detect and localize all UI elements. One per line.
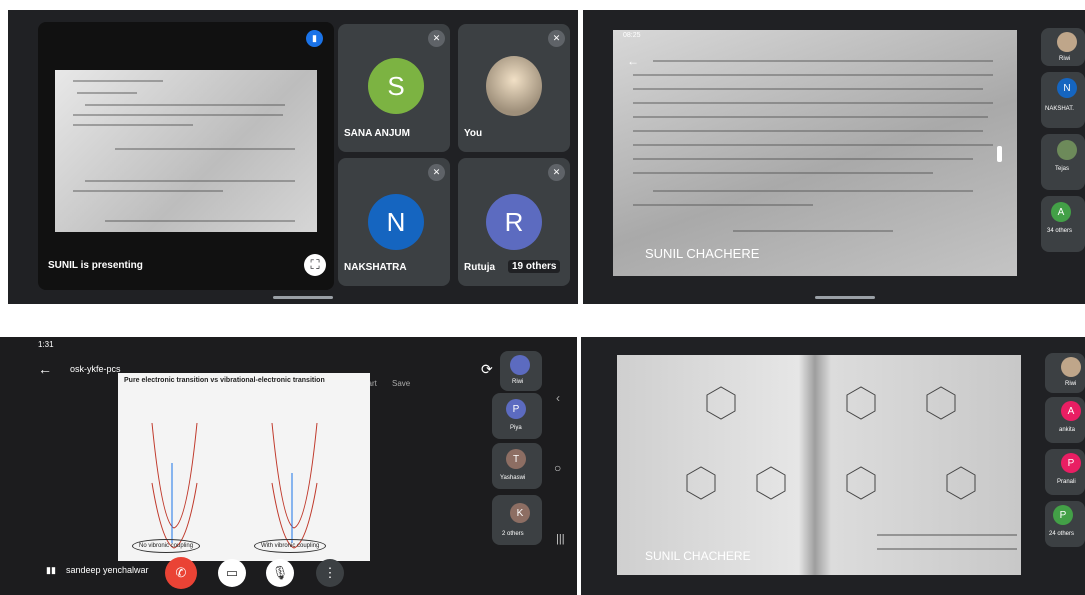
- others-count: 24 others: [1049, 531, 1075, 537]
- avatar-pranali: P: [1061, 453, 1081, 473]
- energy-diagram-left: [151, 422, 198, 549]
- participant-name: SANA ANJUM: [344, 128, 410, 139]
- avatar-p: P: [1053, 505, 1073, 525]
- nav-home-icon[interactable]: ○: [554, 461, 561, 475]
- avatar-sana: S: [368, 58, 424, 114]
- audio-level-icon: ▮▮: [46, 565, 56, 575]
- back-arrow-icon[interactable]: ←: [627, 54, 639, 68]
- avatar-riwi: [510, 355, 530, 375]
- camera-toggle-button[interactable]: ▭: [218, 559, 246, 587]
- avatar-riwi-photo: [1061, 357, 1081, 377]
- participant-name: You: [464, 128, 483, 139]
- nav-back-icon[interactable]: ‹: [556, 391, 560, 405]
- participant-name: Rutuja: [464, 262, 496, 273]
- gesture-nav-bar[interactable]: [815, 296, 875, 299]
- switch-camera-icon[interactable]: ⟳: [481, 361, 493, 378]
- avatar-nakshatra: N: [1057, 78, 1077, 98]
- mic-off-icon: ✕: [548, 164, 565, 181]
- avatar-k: K: [510, 503, 530, 523]
- meet-screenshot-2: 08:25 ← SUNIL CHACHERE Riwi N NAKSHAT. T…: [583, 10, 1085, 304]
- participant-name: Riwi: [1065, 381, 1077, 387]
- others-count: 34 others: [1047, 228, 1073, 234]
- shared-document-photo: [613, 30, 1017, 276]
- participant-name: Riwi: [512, 379, 524, 385]
- meet-screenshot-4: SUNIL CHACHERE Riwi A ankita P Pranali P…: [581, 337, 1085, 595]
- presenter-label: SUNIL CHACHERE: [645, 246, 760, 261]
- meet-screenshot-1: SUNIL is presenting ⛶ ▮ S SANA ANJUM ✕ Y…: [8, 10, 578, 304]
- avatar-yashaswi: T: [506, 449, 526, 469]
- nav-recents-icon[interactable]: |||: [556, 533, 565, 545]
- participant-name: Yashaswi: [500, 475, 526, 481]
- gesture-nav-bar[interactable]: [273, 296, 333, 299]
- chemical-structures: [686, 386, 1017, 550]
- avatar-piya: P: [506, 399, 526, 419]
- presenter-label: SUNIL CHACHERE: [645, 549, 751, 563]
- slide: Pure electronic transition vs vibrationa…: [118, 373, 370, 561]
- participant-name: NAKSHAT.: [1045, 106, 1074, 112]
- scroll-handle[interactable]: [997, 146, 1002, 162]
- participant-name: NAKSHATRA: [344, 262, 407, 273]
- avatar-you-photo: [486, 56, 542, 116]
- shared-document: [55, 70, 317, 232]
- participant-name: Tejas: [1055, 166, 1070, 172]
- speaker-name: sandeep yenchalwar: [66, 565, 149, 575]
- caption-left: No vibronic coupling: [132, 539, 201, 553]
- status-time: 08:25: [623, 32, 641, 39]
- others-count: 2 others: [502, 531, 524, 537]
- mic-off-icon: ✕: [428, 30, 445, 47]
- end-call-button[interactable]: ✆: [165, 557, 197, 589]
- mic-off-icon: ✕: [428, 164, 445, 181]
- slide-title: Pure electronic transition vs vibrationa…: [124, 377, 325, 384]
- presentation-title: osk-ykfe-pcs: [70, 364, 121, 374]
- speaking-indicator-icon: ▮: [306, 30, 323, 47]
- caption-right: With vibronic coupling: [254, 539, 327, 553]
- avatar-a: A: [1051, 202, 1071, 222]
- fullscreen-button[interactable]: ⛶: [304, 254, 326, 276]
- slides-save-button[interactable]: Save: [392, 379, 410, 388]
- avatar-nakshatra: N: [368, 194, 424, 250]
- more-options-button[interactable]: ⋮: [316, 559, 344, 587]
- avatar-rutuja: R: [486, 194, 542, 250]
- presenter-label: SUNIL is presenting: [48, 260, 143, 271]
- shared-book-photo: [617, 355, 1021, 575]
- status-time: 1:31: [38, 340, 54, 349]
- mic-off-icon: ✕: [548, 30, 565, 47]
- participant-name: ankita: [1059, 427, 1076, 433]
- back-arrow-icon[interactable]: ←: [38, 361, 52, 377]
- mic-toggle-button[interactable]: 🎙: [266, 559, 294, 587]
- energy-diagram-right: [271, 422, 318, 549]
- avatar-ankita: A: [1061, 401, 1081, 421]
- avatar-tejas-photo: [1057, 140, 1077, 160]
- participant-name: Riwi: [1059, 56, 1071, 62]
- others-count-badge[interactable]: 19 others: [508, 260, 561, 273]
- participant-name: Pranali: [1057, 479, 1076, 485]
- avatar-riwi-photo: [1057, 32, 1077, 52]
- participant-name: Piya: [510, 425, 522, 431]
- meet-screenshot-3: 1:31 ← osk-ykfe-pcs Start Save Pure elec…: [0, 337, 577, 595]
